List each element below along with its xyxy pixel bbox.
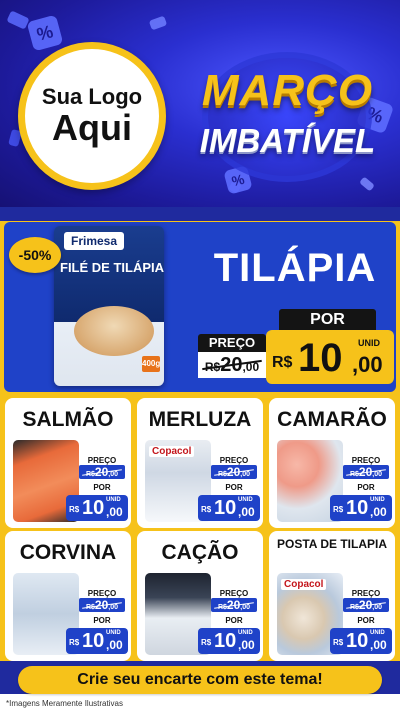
product-name: MERLUZA bbox=[148, 408, 252, 431]
price-dec: ,00 bbox=[238, 638, 255, 652]
price-currency: R$ bbox=[201, 638, 212, 647]
price-int: 10 bbox=[346, 630, 369, 652]
old-price-dec: ,00 bbox=[108, 604, 119, 611]
disclaimer-text: *Imagens Meramente Ilustrativas bbox=[6, 699, 123, 708]
price-currency: R$ bbox=[333, 505, 344, 514]
new-price-value: R$ 10 UNID ,00 bbox=[330, 495, 392, 521]
price-currency: R$ bbox=[272, 354, 293, 371]
price-currency: R$ bbox=[69, 638, 80, 647]
card-price-box: PREÇOR$20,00PORR$10UNID,00 bbox=[198, 589, 260, 657]
price-dec: ,00 bbox=[370, 638, 387, 652]
hero-product-name: TILÁPIA bbox=[213, 246, 377, 290]
card-price-box: PREÇOR$20,00PORR$10UNID,00 bbox=[330, 589, 392, 657]
new-price-label: POR bbox=[279, 309, 376, 331]
product-card[interactable]: CAÇÃOPREÇOR$20,00PORR$10UNID,00 bbox=[137, 531, 263, 661]
new-price-value: R$ 10 UNID ,00 bbox=[66, 495, 128, 521]
price-int: 10 bbox=[214, 630, 237, 652]
new-price-value: R$ 10 UNID ,00 bbox=[330, 628, 392, 654]
header-banner: % % % Sua Logo Aqui MARÇO IMBATÍVEL bbox=[0, 0, 400, 215]
new-price-label: POR bbox=[225, 483, 243, 492]
card-price-box: PREÇOR$20,00PORR$10UNID,00 bbox=[330, 456, 392, 524]
title-line1: MARÇO bbox=[201, 66, 374, 115]
price-unit: UNID bbox=[370, 497, 385, 503]
discount-badge: -50% bbox=[9, 237, 61, 273]
new-price-label: POR bbox=[357, 483, 375, 492]
price-currency: R$ bbox=[333, 638, 344, 647]
logo-text-line2: Aqui bbox=[52, 107, 132, 149]
price-dec: ,00 bbox=[238, 505, 255, 519]
product-name: POSTA DE TILAPIA bbox=[276, 537, 387, 551]
price-unit: UNID bbox=[106, 630, 121, 636]
logo-text-line1: Sua Logo bbox=[41, 84, 143, 109]
price-dec: ,00 bbox=[106, 505, 123, 519]
price-int: 10 bbox=[82, 630, 105, 652]
price-unit: UNID bbox=[370, 630, 385, 636]
price-dec: ,00 bbox=[352, 352, 383, 377]
package-name: FILÉ DE TILÁPIA bbox=[60, 260, 164, 275]
product-brand: Copacol bbox=[281, 579, 327, 590]
price-int: 10 bbox=[298, 336, 343, 380]
new-price-value: R$ 10 UNID ,00 bbox=[198, 495, 260, 521]
product-name: SALMÃO bbox=[22, 408, 114, 431]
package-weight: 400g bbox=[142, 356, 160, 372]
new-price-label: POR bbox=[357, 616, 375, 625]
fish-fillet-image bbox=[74, 306, 154, 356]
price-int: 10 bbox=[214, 497, 237, 519]
price-dec: ,00 bbox=[106, 638, 123, 652]
title-line2: IMBATÍVEL bbox=[199, 122, 376, 159]
product-name: CAÇÃO bbox=[161, 541, 239, 564]
board-top-stripe bbox=[0, 207, 400, 221]
price-int: 10 bbox=[82, 497, 105, 519]
product-card[interactable]: CAMARÃOPREÇOR$20,00PORR$10UNID,00 bbox=[269, 398, 395, 528]
product-card[interactable]: MERLUZACopacolPREÇOR$20,00PORR$10UNID,00 bbox=[137, 398, 263, 528]
price-currency: R$ bbox=[69, 505, 80, 514]
package-brand: Frimesa bbox=[64, 232, 124, 250]
confetti-shape bbox=[6, 10, 30, 30]
new-price-label: POR bbox=[93, 616, 111, 625]
old-price-dec: ,00 bbox=[240, 471, 251, 478]
card-price-box: PREÇOR$20,00PORR$10UNID,00 bbox=[198, 456, 260, 524]
product-brand: Copacol bbox=[149, 446, 195, 457]
campaign-title: MARÇO IMBATÍVEL bbox=[180, 42, 395, 192]
old-price-dec: ,00 bbox=[372, 471, 383, 478]
card-price-box: PREÇOR$20,00PORR$10UNID,00 bbox=[66, 456, 128, 524]
old-price-dec: ,00 bbox=[372, 604, 383, 611]
old-price-label: PREÇO bbox=[198, 334, 266, 352]
price-currency: R$ bbox=[201, 505, 212, 514]
tilapia-package-image: Frimesa FILÉ DE TILÁPIA 400g bbox=[54, 226, 164, 386]
product-card[interactable]: CORVINAPREÇOR$20,00PORR$10UNID,00 bbox=[5, 531, 131, 661]
new-price-label: POR bbox=[93, 483, 111, 492]
old-price-dec: ,00 bbox=[240, 604, 251, 611]
product-card[interactable]: SALMÃOPREÇOR$20,00PORR$10UNID,00 bbox=[5, 398, 131, 528]
price-int: 10 bbox=[346, 497, 369, 519]
product-name: CAMARÃO bbox=[277, 408, 387, 431]
hero-old-price: PREÇO R$20,00 bbox=[198, 334, 266, 380]
card-price-box: PREÇOR$20,00PORR$10UNID,00 bbox=[66, 589, 128, 657]
price-unit: UNID bbox=[238, 630, 253, 636]
percent-icon: % bbox=[26, 14, 64, 52]
price-dec: ,00 bbox=[370, 505, 387, 519]
cta-banner[interactable]: Crie seu encarte com este tema! bbox=[18, 666, 382, 694]
new-price-value: R$ 10 UNID ,00 bbox=[198, 628, 260, 654]
new-price-label: POR bbox=[225, 616, 243, 625]
confetti-shape bbox=[148, 15, 168, 31]
product-name: CORVINA bbox=[19, 541, 117, 564]
price-unit: UNID bbox=[358, 338, 380, 348]
old-price-dec: ,00 bbox=[108, 471, 119, 478]
product-card[interactable]: POSTA DE TILAPIACopacolPREÇOR$20,00PORR$… bbox=[269, 531, 395, 661]
price-unit: UNID bbox=[106, 497, 121, 503]
logo-placeholder: Sua Logo Aqui bbox=[18, 42, 166, 190]
price-unit: UNID bbox=[238, 497, 253, 503]
hero-new-price: R$ 10 UNID ,00 bbox=[266, 330, 394, 384]
new-price-value: R$ 10 UNID ,00 bbox=[66, 628, 128, 654]
